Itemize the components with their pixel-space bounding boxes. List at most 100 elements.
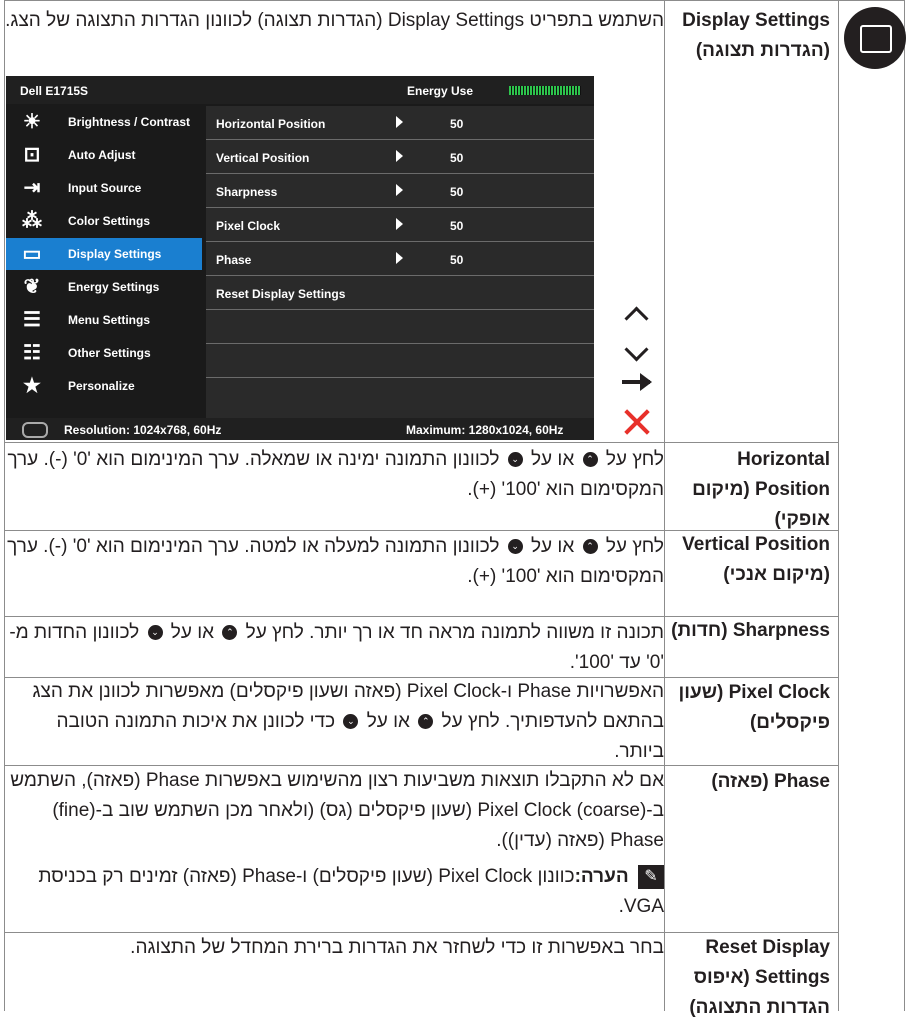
auto-adjust-icon: ⊡ <box>23 144 41 166</box>
osd-item-label: Vertical Position <box>216 151 310 165</box>
osd-item-value: 50 <box>450 185 464 199</box>
energy-meter <box>509 86 581 95</box>
desc-phase: אם לא התקבלו תוצאות משביעות רצון מהשימוש… <box>4 766 664 922</box>
right-triangle-icon <box>396 184 403 196</box>
osd-item-value: 50 <box>450 117 464 131</box>
desc-text: או על <box>530 449 575 470</box>
osd-menu-label: Auto Adjust <box>68 148 136 162</box>
table-border <box>838 0 839 1011</box>
desc-vertical-position: לחץ על ⌃ או על ⌄ לכוונון התמונה למעלה או… <box>4 532 664 592</box>
osd-menu-label: Display Settings <box>68 247 162 261</box>
osd-submenu-row: Sharpness 50 <box>206 174 594 208</box>
arrow-right-icon <box>622 373 652 391</box>
osd-menu-item-active: ▭ Display Settings <box>6 238 202 270</box>
osd-menu-label: Menu Settings <box>68 313 151 327</box>
star-icon: ★ <box>23 375 41 397</box>
osd-item-label: Horizontal Position <box>216 117 326 131</box>
down-button-icon: ⌄ <box>507 539 523 555</box>
osd-menu-label: Personalize <box>68 379 135 393</box>
osd-submenu-row: Vertical Position 50 <box>206 140 594 174</box>
osd-menu-item: ☀ Brightness / Contrast <box>6 106 202 138</box>
row-divider <box>4 0 905 1</box>
osd-model: Dell E1715S <box>20 84 89 98</box>
row-divider <box>4 442 839 443</box>
osd-maximum: Maximum: 1280x1024, 60Hz <box>406 423 564 437</box>
osd-item-label: Sharpness <box>216 185 278 199</box>
osd-menu-item: ☷ Other Settings <box>6 337 202 369</box>
color-settings-icon: ⁂ <box>22 210 42 232</box>
osd-item-label: Phase <box>216 253 252 267</box>
osd-menu-label: Other Settings <box>68 346 151 360</box>
menu-settings-icon: ☰ <box>23 309 41 331</box>
monitor-icon <box>22 422 48 438</box>
term-phase: Phase (פאזה) <box>711 771 830 792</box>
display-settings-icon <box>844 7 906 69</box>
osd-submenu: Horizontal Position 50 Vertical Position… <box>206 106 594 418</box>
table-border <box>904 0 905 1011</box>
desc-horizontal-position: לחץ על ⌃ או על ⌄ לכוונון התמונה ימינה או… <box>4 445 664 505</box>
desc-display-settings: השתמש בתפריט Display Settings (הגדרות תצ… <box>5 10 664 31</box>
osd-menu-label: Input Source <box>68 181 142 195</box>
osd-menu-item: ☰ Menu Settings <box>6 304 202 336</box>
osd-menu-image: Dell E1715S Energy Use ☀ Brightness / Co… <box>6 76 594 440</box>
document-page: Display Settings (הגדרות תצוגה) השתמש בת… <box>0 0 906 1018</box>
osd-item-value: 50 <box>450 219 464 233</box>
desc-text: אם לא התקבלו תוצאות משביעות רצון מהשימוש… <box>10 770 664 851</box>
note: ✎ הערה:כוונון Pixel Clock (שעון פיקסלים)… <box>4 862 664 922</box>
up-button-icon: ⌃ <box>222 625 238 641</box>
up-button-icon: ⌃ <box>582 539 598 555</box>
osd-item-value: 50 <box>450 253 464 267</box>
desc-reset-display-settings: בחר באפשרות זו כדי לשחזר את הגדרות ברירת… <box>130 937 664 958</box>
down-button-icon: ⌄ <box>343 714 359 730</box>
osd-submenu-row: Reset Display Settings <box>206 276 594 310</box>
right-triangle-icon <box>396 116 403 128</box>
other-settings-icon: ☷ <box>23 342 41 364</box>
desc-text: או על <box>366 711 410 732</box>
desc-text: או על <box>530 536 575 557</box>
osd-menu-label: Energy Settings <box>68 280 160 294</box>
osd-submenu-row: Horizontal Position 50 <box>206 106 594 140</box>
right-triangle-icon <box>396 150 403 162</box>
osd-menu-item: ★ Personalize <box>6 370 202 402</box>
desc-text: או על <box>170 622 215 643</box>
osd-menu-item: ❦ Energy Settings <box>6 271 202 303</box>
osd-resolution: Resolution: 1024x768, 60Hz <box>64 423 222 437</box>
term-reset-display-settings: Reset Display Settings (איפוס הגדרות התצ… <box>689 937 830 1018</box>
right-triangle-icon <box>396 252 403 264</box>
down-button-icon: ⌄ <box>147 625 163 641</box>
term-pixel-clock: Pixel Clock (שעון פיקסלים) <box>678 682 830 733</box>
term-sharpness: Sharpness (חדות) <box>671 620 830 641</box>
desc-pixel-clock: האפשרויות Phase ו-Pixel Clock (פאזה ושעו… <box>4 677 664 767</box>
chevron-up-icon <box>624 303 649 331</box>
display-settings-icon: ▭ <box>22 243 42 265</box>
term-horizontal-position: Horizontal Position (מיקום אופקי) <box>692 449 830 530</box>
right-triangle-icon <box>396 218 403 230</box>
osd-menu-label: Brightness / Contrast <box>68 115 191 129</box>
osd-menu-item: ⁂ Color Settings <box>6 205 202 237</box>
term-vertical-position: Vertical Position (מיקום אנכי) <box>682 534 830 585</box>
osd-header: Dell E1715S Energy Use <box>6 76 594 104</box>
brightness-icon: ☀ <box>23 111 41 133</box>
osd-menu-item: ⇥ Input Source <box>6 172 202 204</box>
desc-text: לחץ על <box>605 449 664 470</box>
osd-menu-label: Color Settings <box>68 214 151 228</box>
desc-text: לחץ על <box>605 536 664 557</box>
osd-item-label: Reset Display Settings <box>216 287 346 301</box>
osd-main-menu: ☀ Brightness / Contrast ⊡ Auto Adjust ⇥ … <box>6 106 202 418</box>
osd-footer: Resolution: 1024x768, 60Hz Maximum: 1280… <box>6 418 594 440</box>
close-icon <box>624 409 650 435</box>
osd-submenu-row <box>206 378 594 411</box>
note-text: כוונון Pixel Clock (שעון פיקסלים) ו-Phas… <box>38 866 664 917</box>
desc-sharpness: תכונה זו משווה לתמונה מראה חד או רך יותר… <box>4 618 664 678</box>
energy-settings-icon: ❦ <box>23 276 41 298</box>
up-button-icon: ⌃ <box>418 714 434 730</box>
desc-text: תכונה זו משווה לתמונה מראה חד או רך יותר… <box>245 622 664 643</box>
osd-menu-item: ⊡ Auto Adjust <box>6 139 202 171</box>
up-button-icon: ⌃ <box>582 452 598 468</box>
note-label: הערה: <box>574 866 629 887</box>
osd-submenu-row: Pixel Clock 50 <box>206 208 594 242</box>
osd-submenu-row <box>206 310 594 344</box>
term-display-settings: Display Settings (הגדרות תצוגה) <box>682 10 830 61</box>
down-button-icon: ⌄ <box>507 452 523 468</box>
note-pencil-icon: ✎ <box>638 864 664 889</box>
